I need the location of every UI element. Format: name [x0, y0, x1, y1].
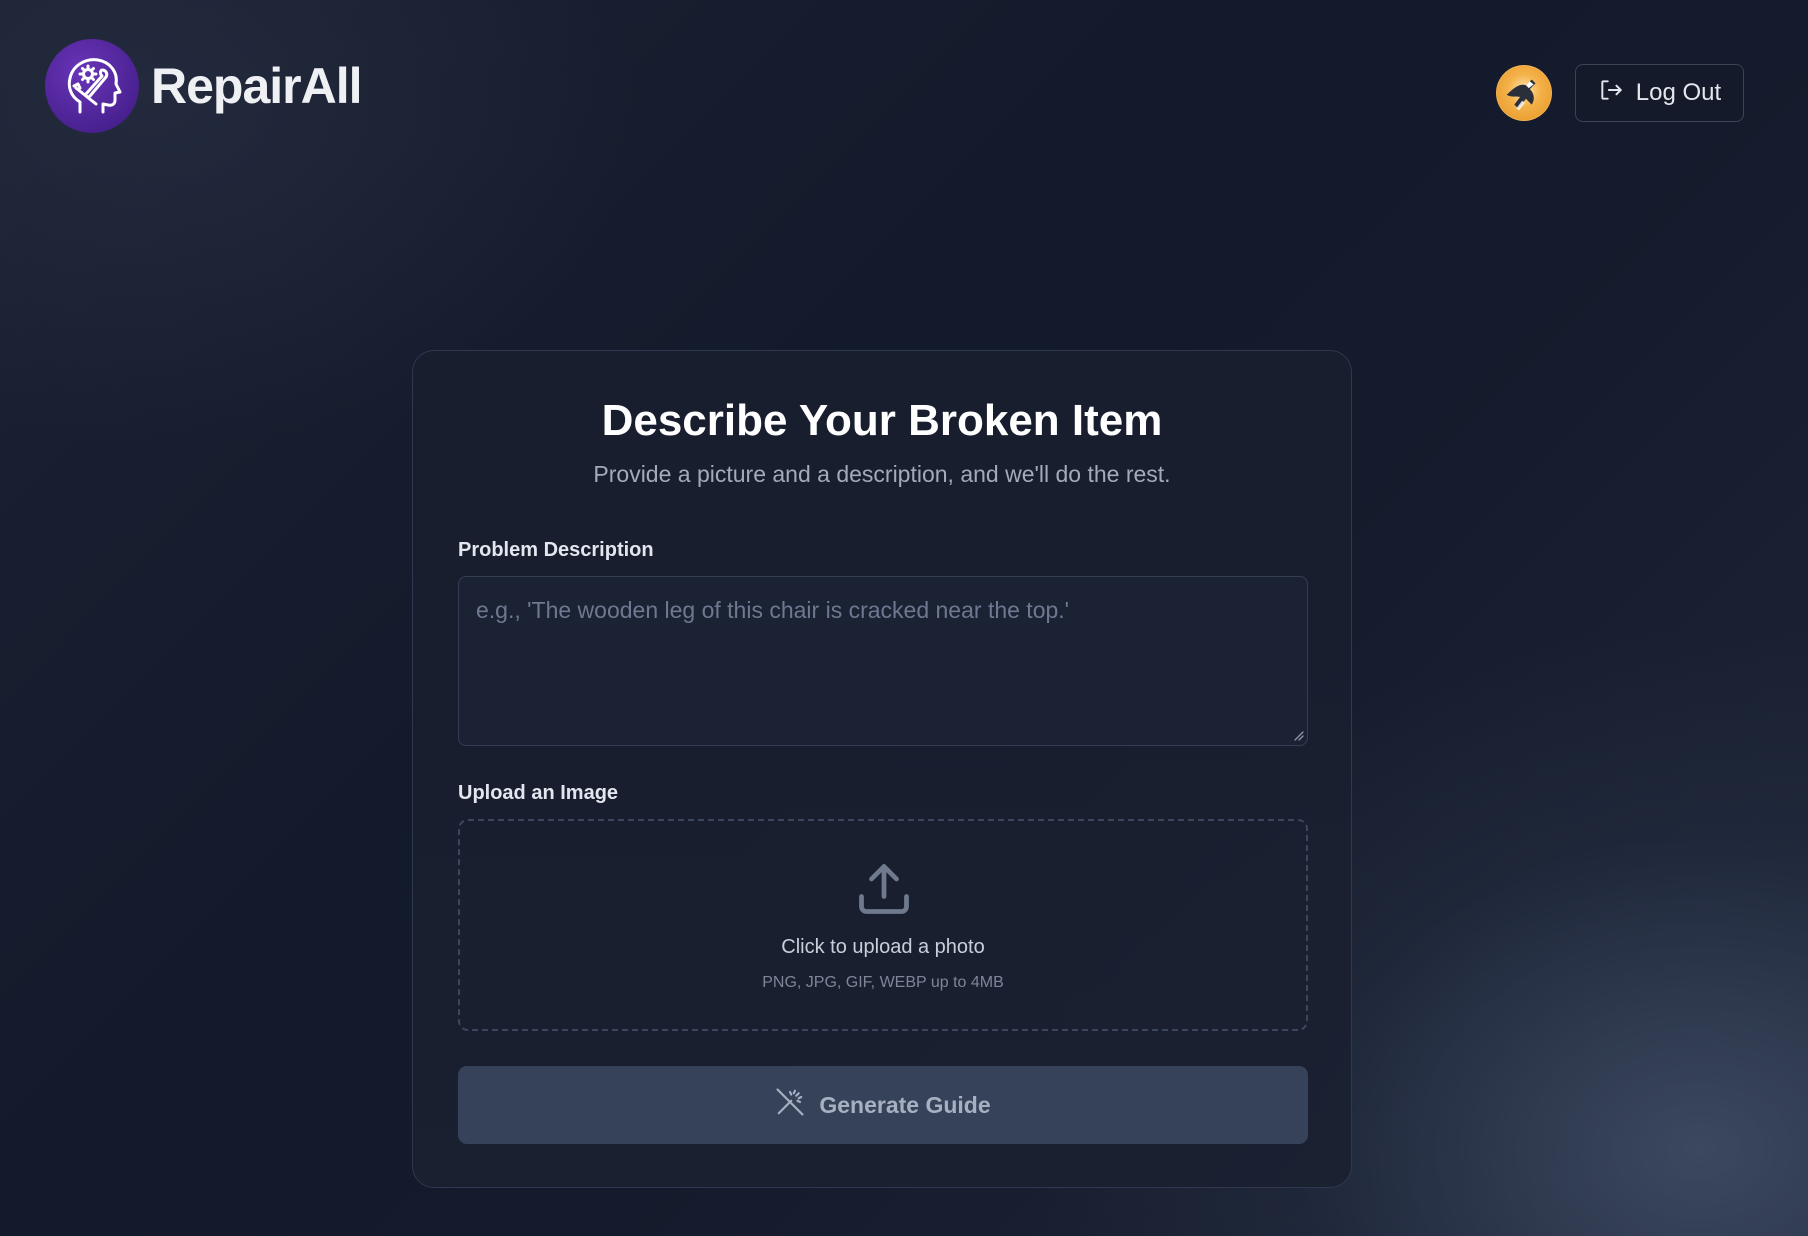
- image-upload-dropzone[interactable]: Click to upload a photo PNG, JPG, GIF, W…: [458, 819, 1308, 1031]
- repair-form-card: Describe Your Broken Item Provide a pict…: [412, 350, 1352, 1188]
- logout-button[interactable]: Log Out: [1575, 64, 1744, 122]
- logo-head-tools-icon: [45, 39, 139, 133]
- logout-icon: [1598, 77, 1624, 110]
- page-subtitle: Provide a picture and a description, and…: [593, 461, 1171, 487]
- upload-prompt: Click to upload a photo: [781, 936, 985, 958]
- generate-guide-button[interactable]: Generate Guide: [458, 1066, 1308, 1144]
- brand-name: RepairAll: [151, 58, 363, 114]
- problem-description-input[interactable]: [458, 576, 1308, 746]
- generate-guide-label: Generate Guide: [819, 1091, 991, 1118]
- app-header: RepairAll Log Out: [0, 0, 1808, 180]
- problem-description-label: Problem Description: [458, 539, 654, 561]
- user-avatar[interactable]: [1496, 65, 1552, 121]
- magic-wand-off-icon: [775, 1087, 805, 1123]
- upload-image-label: Upload an Image: [458, 782, 619, 804]
- page-title: Describe Your Broken Item: [601, 396, 1163, 445]
- brand[interactable]: RepairAll: [45, 39, 363, 133]
- logout-label: Log Out: [1635, 79, 1722, 106]
- upload-hint: PNG, JPG, GIF, WEBP up to 4MB: [762, 974, 1004, 991]
- upload-icon: [854, 859, 914, 924]
- resize-handle-icon[interactable]: [1292, 729, 1304, 741]
